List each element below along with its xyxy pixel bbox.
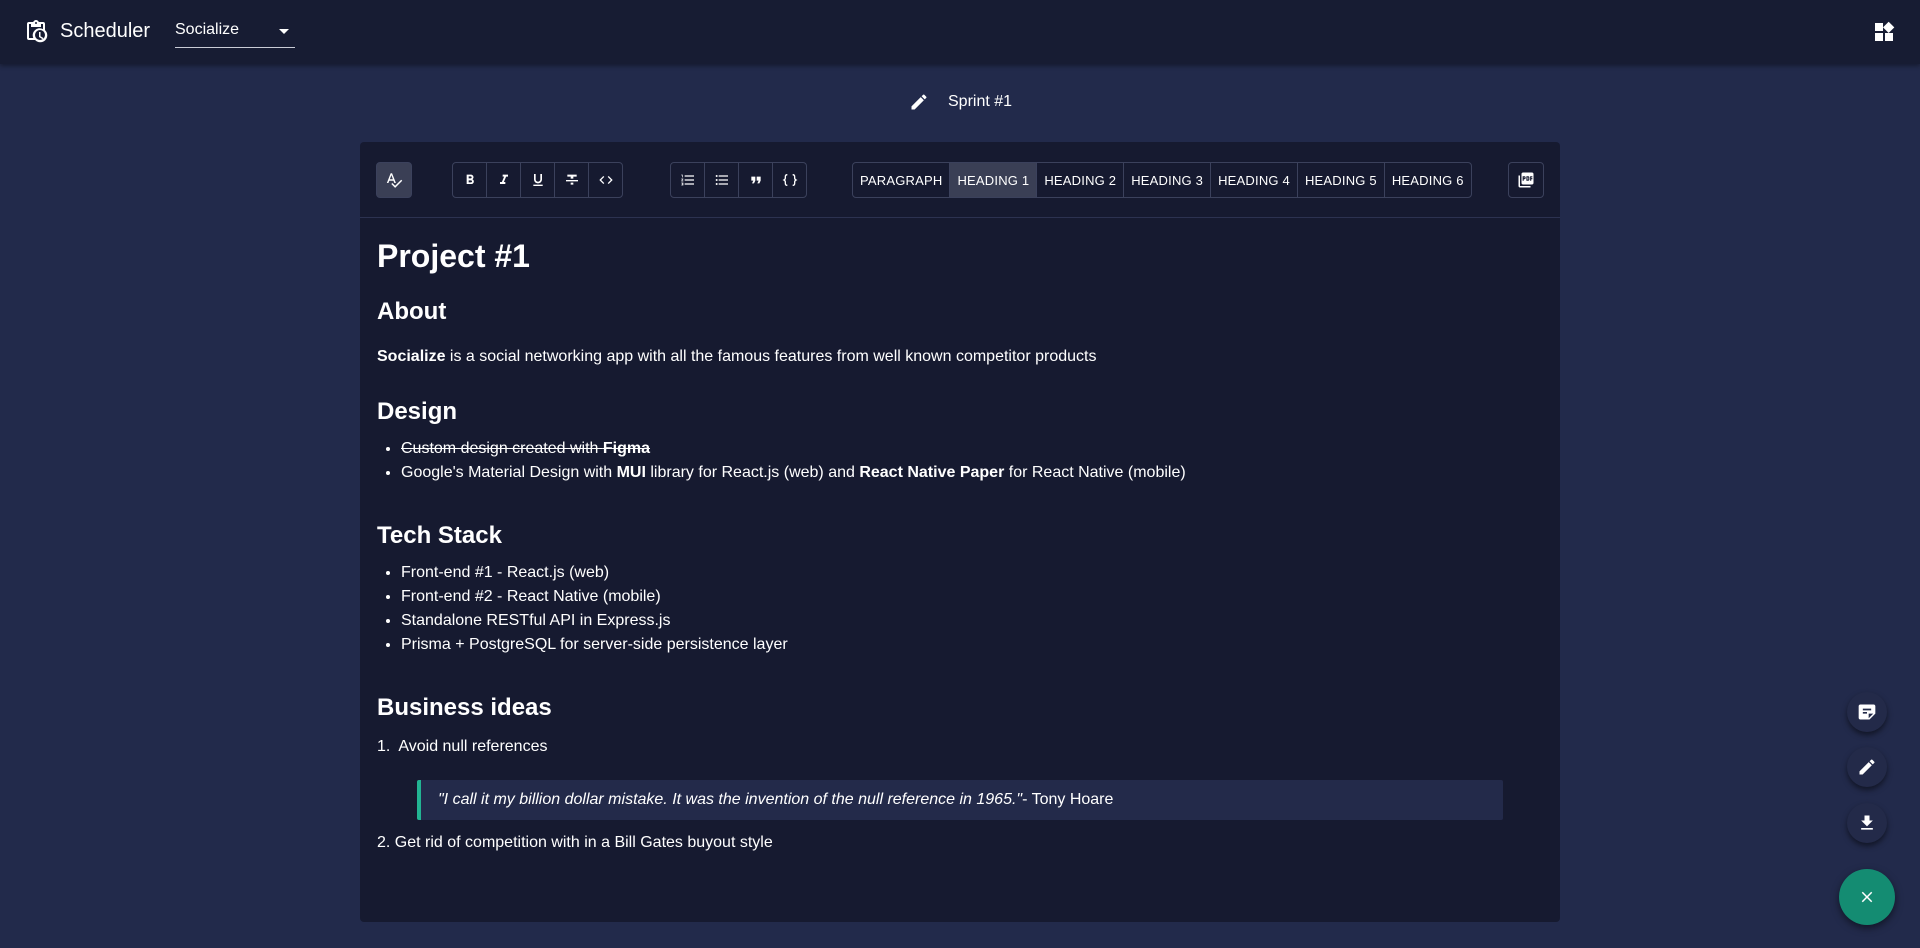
inline-format-group [452, 162, 623, 198]
rich-text-editor: PARAGRAPH HEADING 1 HEADING 2 HEADING 3 … [360, 142, 1560, 922]
edit-icon[interactable] [909, 92, 929, 112]
project-select-value: Socialize [175, 21, 240, 38]
design-item1-bold: Figma [602, 440, 650, 457]
sprint-header: Sprint #1 [0, 90, 1920, 114]
close-icon [1861, 891, 1873, 903]
app-title: Scheduler [60, 20, 151, 42]
list-item: Prisma + PostgreSQL for server-side pers… [401, 633, 788, 657]
design-item1-text: Custom design created with [401, 440, 603, 457]
spellcheck-icon [386, 173, 403, 188]
blockquote: "I call it my billion dollar mistake. It… [417, 780, 1503, 820]
design-heading: Design [377, 398, 458, 425]
bullet-list-button[interactable] [704, 162, 739, 198]
editor-toolbar: PARAGRAPH HEADING 1 HEADING 2 HEADING 3 … [360, 142, 1560, 218]
underline-button[interactable] [520, 162, 555, 198]
heading-option-h6[interactable]: HEADING 6 [1383, 162, 1472, 198]
heading-option-paragraph[interactable]: PARAGRAPH [852, 162, 951, 198]
about-heading: About [377, 298, 447, 325]
clipboard-clock-icon[interactable] [24, 19, 48, 43]
ordered-list-icon [680, 174, 694, 186]
design-list: Custom design created with Figma Google'… [401, 437, 1186, 485]
heading-option-h1[interactable]: HEADING 1 [949, 162, 1038, 198]
ordered-list-button[interactable] [670, 162, 705, 198]
quote-button[interactable] [738, 162, 773, 198]
chevron-down-icon [279, 29, 289, 34]
quote-icon [750, 176, 761, 184]
about-bold: Socialize [377, 348, 446, 365]
project-select[interactable]: Socialize [175, 18, 295, 48]
block-format-group [670, 162, 807, 198]
download-icon [1861, 815, 1873, 830]
code-button[interactable] [588, 162, 623, 198]
close-fab[interactable] [1839, 869, 1895, 925]
list-item: Front-end #1 - React.js (web) [401, 561, 788, 585]
spellcheck-button[interactable] [376, 162, 412, 198]
heading-option-h5[interactable]: HEADING 5 [1296, 162, 1385, 198]
sprint-title: Sprint #1 [948, 93, 1013, 110]
code-block-button[interactable] [772, 162, 807, 198]
list-item: Front-end #2 - React Native (mobile) [401, 585, 788, 609]
underline-icon [532, 174, 543, 186]
list-item: Google's Material Design with MUI librar… [401, 461, 1186, 485]
bold-button[interactable] [452, 162, 487, 198]
download-fab[interactable] [1847, 803, 1887, 843]
bullet-list-icon [715, 175, 728, 185]
edit-icon [1859, 759, 1875, 775]
tech-stack-heading: Tech Stack [377, 522, 502, 549]
italic-button[interactable] [486, 162, 521, 198]
strikethrough-icon [565, 174, 578, 185]
tech-stack-list: Front-end #1 - React.js (web) Front-end … [401, 561, 788, 657]
design-item2-d: React Native Paper [859, 464, 1005, 481]
export-pdf-button[interactable] [1508, 162, 1544, 198]
strikethrough-button[interactable] [554, 162, 589, 198]
bold-icon [466, 174, 474, 184]
strikethrough-text: Custom design created with Figma [401, 440, 650, 457]
code-block-icon [782, 174, 797, 186]
quote-text: "I call it my billion dollar mistake. It… [438, 791, 1023, 808]
heading-option-h4[interactable]: HEADING 4 [1210, 162, 1298, 198]
heading-option-h2[interactable]: HEADING 2 [1036, 162, 1125, 198]
heading-option-h3[interactable]: HEADING 3 [1123, 162, 1212, 198]
about-paragraph: Socialize is a social networking app wit… [377, 348, 1096, 366]
design-item2-a: Google's Material Design with [401, 464, 617, 481]
business-ideas-heading: Business ideas [377, 694, 552, 721]
business-item-1: 1. Avoid null references [377, 738, 548, 755]
widgets-icon[interactable] [1872, 20, 1896, 44]
design-item2-b: MUI [616, 464, 646, 481]
doc-title: Project #1 [377, 238, 530, 274]
heading-selector-group: PARAGRAPH HEADING 1 HEADING 2 HEADING 3 … [852, 162, 1472, 198]
code-icon [598, 176, 613, 184]
italic-icon [499, 174, 508, 184]
list-item: Custom design created with Figma [401, 437, 1186, 461]
app-bar: Scheduler Socialize [0, 0, 1920, 64]
about-text: is a social networking app with all the … [445, 348, 1097, 365]
pdf-icon [1518, 172, 1534, 188]
business-item-2: 2. Get rid of competition with in a Bill… [377, 834, 773, 851]
edit-fab[interactable] [1847, 747, 1887, 787]
quote-author: - Tony Hoare [1022, 791, 1114, 808]
notes-fab[interactable] [1847, 692, 1887, 732]
list-item: Standalone RESTful API in Express.js [401, 609, 788, 633]
note-icon [1858, 704, 1876, 720]
design-item2-c: library for React.js (web) and [645, 464, 860, 481]
design-item2-e: for React Native (mobile) [1004, 464, 1186, 481]
